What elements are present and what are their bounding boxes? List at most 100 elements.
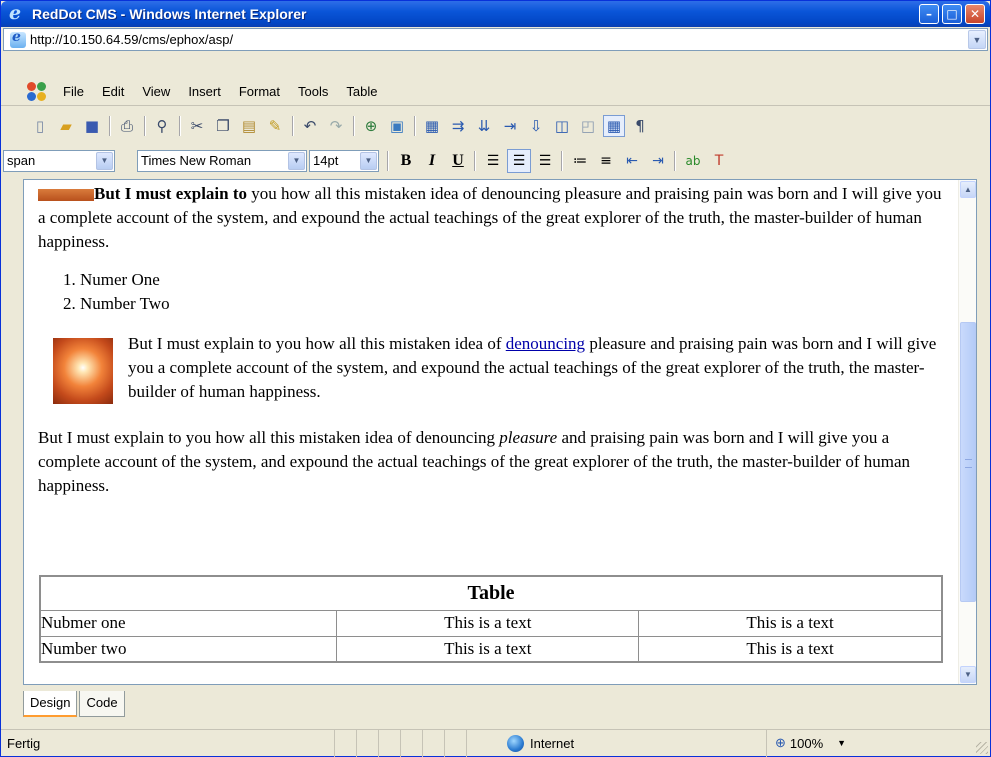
- format-painter-icon[interactable]: ✎: [264, 115, 286, 137]
- minimize-button[interactable]: –: [919, 4, 939, 24]
- insert-row-icon[interactable]: ⇊: [473, 115, 495, 137]
- text-color-icon[interactable]: T: [707, 149, 731, 173]
- standard-toolbar: ▯ ▰ ■ ⎙ ⚲ ✂ ❐ ▤ ✎ ↶ ↷ ⊕ ▣ ▦ ⇉ ⇊ ⇥ ⇩ ◫ ◰ …: [1, 109, 990, 142]
- menu-edit[interactable]: Edit: [100, 82, 126, 101]
- insert-image-icon[interactable]: ▣: [386, 115, 408, 137]
- align-right-icon[interactable]: ☰: [533, 149, 557, 173]
- menu-format[interactable]: Format: [237, 82, 282, 101]
- cell-properties-icon[interactable]: ◰: [577, 115, 599, 137]
- highlight-block: [38, 189, 94, 202]
- title-bar: RedDot CMS - Windows Internet Explorer –…: [1, 1, 990, 27]
- show-paragraph-marks-icon[interactable]: ¶: [629, 115, 651, 137]
- chevron-down-icon[interactable]: ▼: [360, 151, 377, 170]
- highlight-color-icon[interactable]: ab: [681, 149, 705, 173]
- table-cell[interactable]: Nubmer one: [39, 609, 338, 637]
- menu-insert[interactable]: Insert: [186, 82, 223, 101]
- paragraph-3: But I must explain to you how all this m…: [38, 426, 946, 498]
- status-pane: [423, 729, 445, 757]
- find-icon[interactable]: ⚲: [151, 115, 173, 137]
- tab-design[interactable]: Design: [23, 691, 78, 717]
- table-cell[interactable]: This is a text: [638, 635, 943, 663]
- zoom-level[interactable]: ⊕ 100% ▼: [767, 730, 887, 757]
- paste-icon[interactable]: ▤: [238, 115, 260, 137]
- status-pane: [335, 729, 357, 757]
- delete-column-icon[interactable]: ⇥: [499, 115, 521, 137]
- address-bar[interactable]: http://10.150.64.59/cms/ephox/asp/ ▼: [3, 28, 988, 51]
- insert-table-icon[interactable]: ▦: [421, 115, 443, 137]
- toolbar-separator: [353, 115, 354, 136]
- toolbar-separator: [179, 115, 180, 136]
- delete-row-icon[interactable]: ⇩: [525, 115, 547, 137]
- new-icon[interactable]: ▯: [29, 115, 51, 137]
- address-dropdown-button[interactable]: ▼: [968, 30, 986, 49]
- zoom-label: 100%: [789, 735, 824, 751]
- size-select[interactable]: 14pt ▼: [309, 149, 379, 172]
- window-title: RedDot CMS - Windows Internet Explorer: [32, 6, 307, 22]
- table-header[interactable]: Table: [39, 575, 943, 611]
- vertical-scrollbar[interactable]: ▲ ▼: [958, 180, 976, 684]
- save-icon[interactable]: ■: [81, 115, 103, 137]
- cut-icon[interactable]: ✂: [186, 115, 208, 137]
- align-center-icon[interactable]: ☰: [507, 148, 531, 173]
- scrollbar-thumb[interactable]: [960, 322, 976, 602]
- numbered-list-icon[interactable]: ≡: [594, 149, 618, 173]
- editor-area[interactable]: But I must explain to you how all this m…: [23, 179, 977, 685]
- menu-bar: File Edit View Insert Format Tools Table: [1, 78, 990, 106]
- style-select[interactable]: span ▼: [3, 149, 115, 172]
- resize-grip-icon[interactable]: [976, 742, 988, 754]
- paragraph-2: But I must explain to you how all this m…: [128, 332, 943, 404]
- print-icon[interactable]: ⎙: [116, 115, 138, 137]
- show-gridlines-icon[interactable]: ▦: [603, 114, 625, 137]
- zone-label: Internet: [530, 735, 575, 751]
- scroll-down-icon[interactable]: ▼: [960, 666, 976, 683]
- outdent-icon[interactable]: ⇤: [620, 149, 644, 173]
- status-bar: Fertig Internet ⊕ 100% ▼: [1, 729, 990, 757]
- toolbar-separator: [561, 150, 562, 171]
- menu-view[interactable]: View: [140, 82, 172, 101]
- toolbar-separator: [109, 115, 110, 136]
- paragraph-text: But I must explain to you how all this m…: [38, 428, 500, 447]
- status-pane: [379, 729, 401, 757]
- globe-icon: [507, 734, 524, 752]
- image-paragraph: But I must explain to you how all this m…: [38, 332, 946, 426]
- table-properties-icon[interactable]: ◫: [551, 115, 573, 137]
- indent-icon[interactable]: ⇥: [646, 149, 670, 173]
- maximize-button[interactable]: □: [942, 4, 962, 24]
- page-icon: [10, 29, 26, 48]
- chevron-down-icon[interactable]: ▼: [288, 151, 305, 170]
- size-select-value: 14pt: [313, 153, 339, 168]
- italic-button[interactable]: I: [420, 149, 444, 173]
- table-cell[interactable]: This is a text: [638, 609, 943, 637]
- font-select[interactable]: Times New Roman ▼: [137, 149, 307, 172]
- menu-file[interactable]: File: [61, 82, 86, 101]
- bulleted-list-icon[interactable]: ≔: [568, 149, 592, 173]
- content-table[interactable]: Table Nubmer one This is a text This is …: [39, 575, 943, 663]
- insert-link-icon[interactable]: ⊕: [360, 115, 382, 137]
- tab-code[interactable]: Code: [79, 691, 125, 717]
- align-left-icon[interactable]: ☰: [481, 149, 505, 173]
- menu-tools[interactable]: Tools: [296, 82, 330, 101]
- zoom-icon: ⊕: [775, 735, 786, 750]
- bold-button[interactable]: B: [394, 149, 418, 173]
- scroll-up-icon[interactable]: ▲: [960, 181, 976, 198]
- copy-icon[interactable]: ❐: [212, 115, 234, 137]
- menu-table[interactable]: Table: [344, 82, 379, 101]
- insert-column-icon[interactable]: ⇉: [447, 115, 469, 137]
- table-cell[interactable]: This is a text: [336, 609, 640, 637]
- sun-image[interactable]: [53, 338, 113, 404]
- paragraph-text: But I must explain to you how all this m…: [128, 334, 506, 353]
- underline-button[interactable]: U: [446, 149, 470, 173]
- status-pane: [401, 729, 423, 757]
- denouncing-link[interactable]: denouncing: [506, 334, 585, 353]
- chevron-down-icon[interactable]: ▼: [96, 151, 113, 170]
- chevron-down-icon[interactable]: ▼: [837, 738, 846, 748]
- address-url[interactable]: http://10.150.64.59/cms/ephox/asp/: [30, 32, 233, 47]
- undo-icon[interactable]: ↶: [299, 115, 321, 137]
- open-folder-icon[interactable]: ▰: [55, 115, 77, 137]
- table-cell[interactable]: Number two: [39, 635, 338, 663]
- close-button[interactable]: ✕: [965, 4, 985, 24]
- redo-icon[interactable]: ↷: [325, 115, 347, 137]
- toolbar-separator: [387, 150, 388, 171]
- status-text: Fertig: [1, 729, 335, 757]
- table-cell[interactable]: This is a text: [336, 635, 640, 663]
